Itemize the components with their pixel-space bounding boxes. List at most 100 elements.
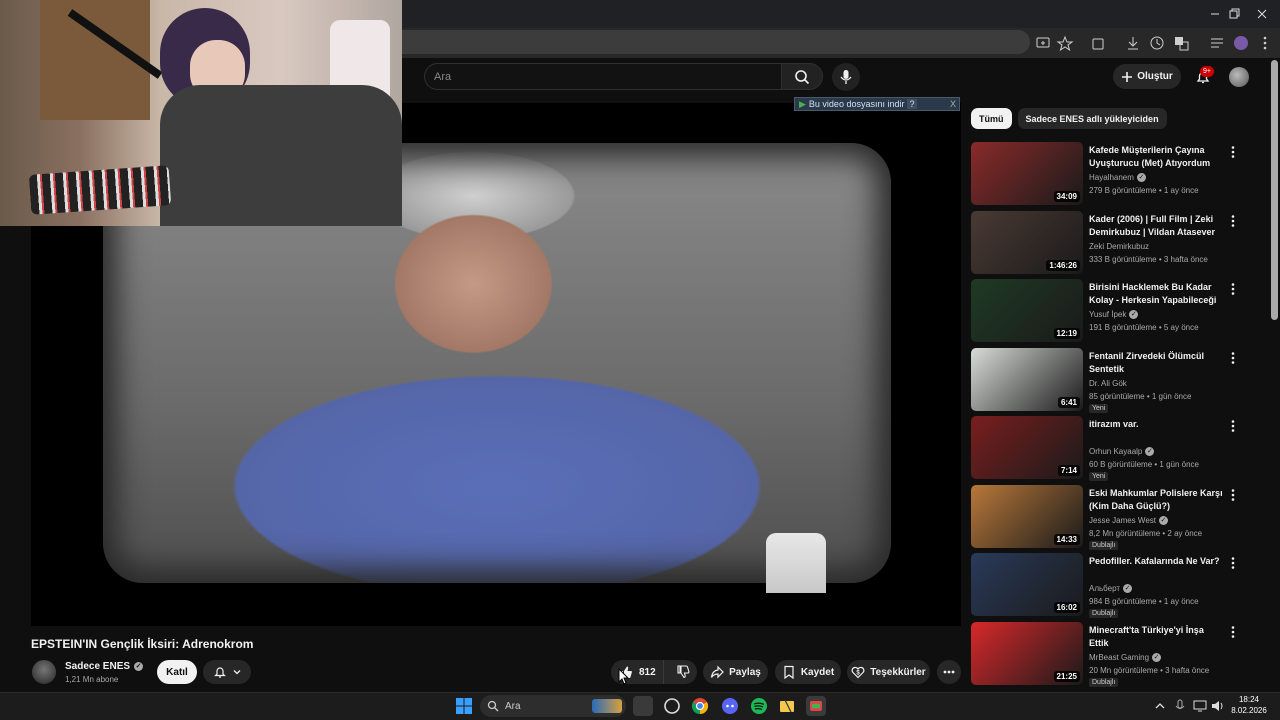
- video-thumbnail[interactable]: 34:09: [971, 142, 1083, 205]
- taskbar-search[interactable]: Ara: [480, 695, 626, 717]
- create-button[interactable]: Oluştur: [1113, 64, 1181, 89]
- recommendation-channel[interactable]: Альберт ✓: [1089, 584, 1133, 593]
- translate-icon[interactable]: [1172, 34, 1190, 52]
- recommendation-channel[interactable]: Jesse James West ✓: [1089, 515, 1168, 525]
- recommendation-item[interactable]: 12:19 Birisini Hacklemek Bu Kadar Kolay -…: [971, 279, 1251, 343]
- more-actions-button[interactable]: [937, 660, 961, 684]
- like-count: 812: [639, 666, 656, 678]
- video-thumbnail[interactable]: 12:19: [971, 279, 1083, 342]
- chip-from-uploader[interactable]: Sadece ENES adlı yükleyiciden: [1017, 108, 1167, 129]
- recommendation-title[interactable]: Eski Mahkumlar Polislere Karşı (Kim Daha…: [1089, 487, 1224, 513]
- restore-button[interactable]: [1224, 4, 1244, 24]
- channel-avatar[interactable]: [32, 660, 56, 684]
- chip-all[interactable]: Tümü: [971, 108, 1012, 129]
- network-icon[interactable]: [1190, 696, 1210, 716]
- video-thumbnail[interactable]: 1:46:26: [971, 210, 1083, 274]
- channel-name[interactable]: Sadece ENES: [65, 661, 130, 672]
- recommendation-meta: 85 görüntüleme • 1 gün önce: [1089, 391, 1192, 401]
- recommendation-channel[interactable]: Zeki Demirkubuz: [1089, 242, 1149, 251]
- task-view-icon[interactable]: [633, 696, 653, 716]
- recommendation-item[interactable]: 14:33 Eski Mahkumlar Polislere Karşı (Kim…: [971, 484, 1251, 550]
- windows-start-icon[interactable]: [454, 696, 474, 716]
- voice-search-button[interactable]: [832, 63, 860, 91]
- dislike-button[interactable]: [669, 660, 697, 684]
- video-thumbnail[interactable]: 6:41: [971, 347, 1083, 411]
- install-app-icon[interactable]: [1034, 34, 1052, 52]
- app-icon-circle[interactable]: [662, 696, 682, 716]
- recommendation-item[interactable]: 6:41 Fentanil Zirvedeki Ölümcül Sentetik D…: [971, 347, 1251, 413]
- verified-icon: ✓: [1123, 584, 1133, 593]
- recommendation-channel-name[interactable]: Dr. Ali Gök: [1089, 379, 1127, 388]
- volume-icon[interactable]: [1208, 696, 1228, 716]
- more-vertical-icon[interactable]: [1227, 418, 1239, 434]
- spotify-icon[interactable]: [749, 696, 769, 716]
- thanks-button[interactable]: $ Teşekkürler: [847, 660, 930, 684]
- recommendation-channel-name[interactable]: Zeki Demirkubuz: [1089, 242, 1149, 251]
- video-thumbnail[interactable]: 16:02: [971, 553, 1083, 616]
- tray-chevron-up-icon[interactable]: [1150, 696, 1170, 716]
- recommendation-channel-name[interactable]: Orhun Kayaalp: [1089, 447, 1142, 456]
- join-button[interactable]: Katıl: [157, 660, 197, 684]
- recommendation-title[interactable]: Kafede Müşterilerin Çayına Uyuşturucu (M…: [1089, 144, 1224, 170]
- recommendation-title[interactable]: Fentanil Zirvedeki Ölümcül Sentetik: [1089, 350, 1224, 376]
- more-vertical-icon[interactable]: [1227, 624, 1239, 640]
- download-icon[interactable]: [1124, 34, 1142, 52]
- search-input[interactable]: [434, 69, 764, 85]
- recommendation-channel[interactable]: Orhun Kayaalp ✓: [1089, 447, 1155, 456]
- page-scrollbar[interactable]: [1271, 60, 1278, 320]
- recommendation-channel[interactable]: Dr. Ali Gök: [1089, 379, 1127, 388]
- close-window-button[interactable]: [1252, 4, 1272, 24]
- more-vertical-icon[interactable]: [1227, 144, 1239, 160]
- download-video-banner[interactable]: ▶ Bu video dosyasını indir ? X: [794, 97, 960, 111]
- bookmark-star-icon[interactable]: [1056, 34, 1074, 52]
- video-thumbnail[interactable]: 21:25: [971, 621, 1083, 685]
- recommendation-channel[interactable]: MrBeast Gaming ✓: [1089, 652, 1162, 662]
- recommendation-channel[interactable]: Yusuf İpek ✓: [1089, 310, 1139, 319]
- recommendation-channel[interactable]: Hayalhanem ✓: [1089, 173, 1146, 182]
- recommendation-channel-name[interactable]: MrBeast Gaming: [1089, 653, 1149, 662]
- more-vertical-icon[interactable]: [1227, 487, 1239, 503]
- save-button[interactable]: Kaydet: [775, 660, 841, 684]
- extensions-icon[interactable]: [1089, 34, 1107, 52]
- recommendation-title[interactable]: Birisini Hacklemek Bu Kadar Kolay - Herk…: [1089, 281, 1224, 307]
- more-vertical-icon[interactable]: [1227, 281, 1239, 297]
- video-thumbnail[interactable]: 14:33: [971, 484, 1083, 548]
- video-thumbnail[interactable]: 7:14: [971, 416, 1083, 479]
- more-vertical-icon[interactable]: [1227, 213, 1239, 229]
- recommendation-title[interactable]: Kader (2006) | Full Film | Zeki Demirkub…: [1089, 213, 1224, 239]
- taskbar-clock[interactable]: 18:24 8.02.2026: [1226, 694, 1272, 716]
- account-avatar[interactable]: [1229, 67, 1249, 87]
- recommendation-item[interactable]: 7:14 itirazım var. Orhun Kayaalp ✓ 60 B görü…: [971, 416, 1251, 481]
- recommendation-channel-name[interactable]: Альберт: [1089, 584, 1120, 593]
- recommendation-item[interactable]: 21:25 Minecraft'ta Türkiye'yi İnşa Ettik M…: [971, 621, 1251, 687]
- share-button[interactable]: Paylaş: [703, 660, 768, 684]
- search-button[interactable]: [781, 63, 823, 90]
- file-explorer-icon[interactable]: [777, 696, 797, 716]
- active-app-icon[interactable]: [806, 696, 826, 716]
- more-vertical-icon[interactable]: [1227, 350, 1239, 366]
- tray-mic-icon[interactable]: [1170, 696, 1190, 716]
- history-icon[interactable]: [1148, 34, 1166, 52]
- minimize-button[interactable]: [1205, 4, 1225, 24]
- recommendation-title[interactable]: itirazım var.: [1089, 418, 1224, 431]
- recommendation-channel-name[interactable]: Jesse James West: [1089, 516, 1156, 525]
- recommendation-channel-name[interactable]: Yusuf İpek: [1089, 310, 1126, 319]
- close-icon[interactable]: X: [950, 99, 959, 109]
- reading-list-icon[interactable]: [1208, 34, 1226, 52]
- recommendation-title[interactable]: Minecraft'ta Türkiye'yi İnşa Ettik: [1089, 624, 1224, 650]
- help-icon[interactable]: ?: [907, 99, 917, 109]
- discord-icon[interactable]: [720, 696, 740, 716]
- recommendation-item[interactable]: 1:46:26 Kader (2006) | Full Film | Zeki D…: [971, 210, 1251, 275]
- recommendation-title[interactable]: Pedofiller. Kafalarında Ne Var?: [1089, 555, 1224, 568]
- subscription-bell-button[interactable]: [203, 660, 251, 684]
- recommendation-item[interactable]: 16:02 Pedofiller. Kafalarında Ne Var? Альб…: [971, 553, 1251, 618]
- bookmark-icon: [784, 665, 794, 679]
- channel-name-row[interactable]: Sadece ENES ✓: [65, 661, 144, 672]
- recommendation-channel-name[interactable]: Hayalhanem: [1089, 173, 1134, 182]
- notification-badge: 9+: [1200, 66, 1214, 77]
- profile-icon[interactable]: [1232, 34, 1250, 52]
- browser-menu-icon[interactable]: [1256, 34, 1274, 52]
- more-vertical-icon[interactable]: [1227, 555, 1239, 571]
- chrome-icon[interactable]: [690, 696, 710, 716]
- recommendation-item[interactable]: 34:09 Kafede Müşterilerin Çayına Uyuşturu…: [971, 142, 1251, 206]
